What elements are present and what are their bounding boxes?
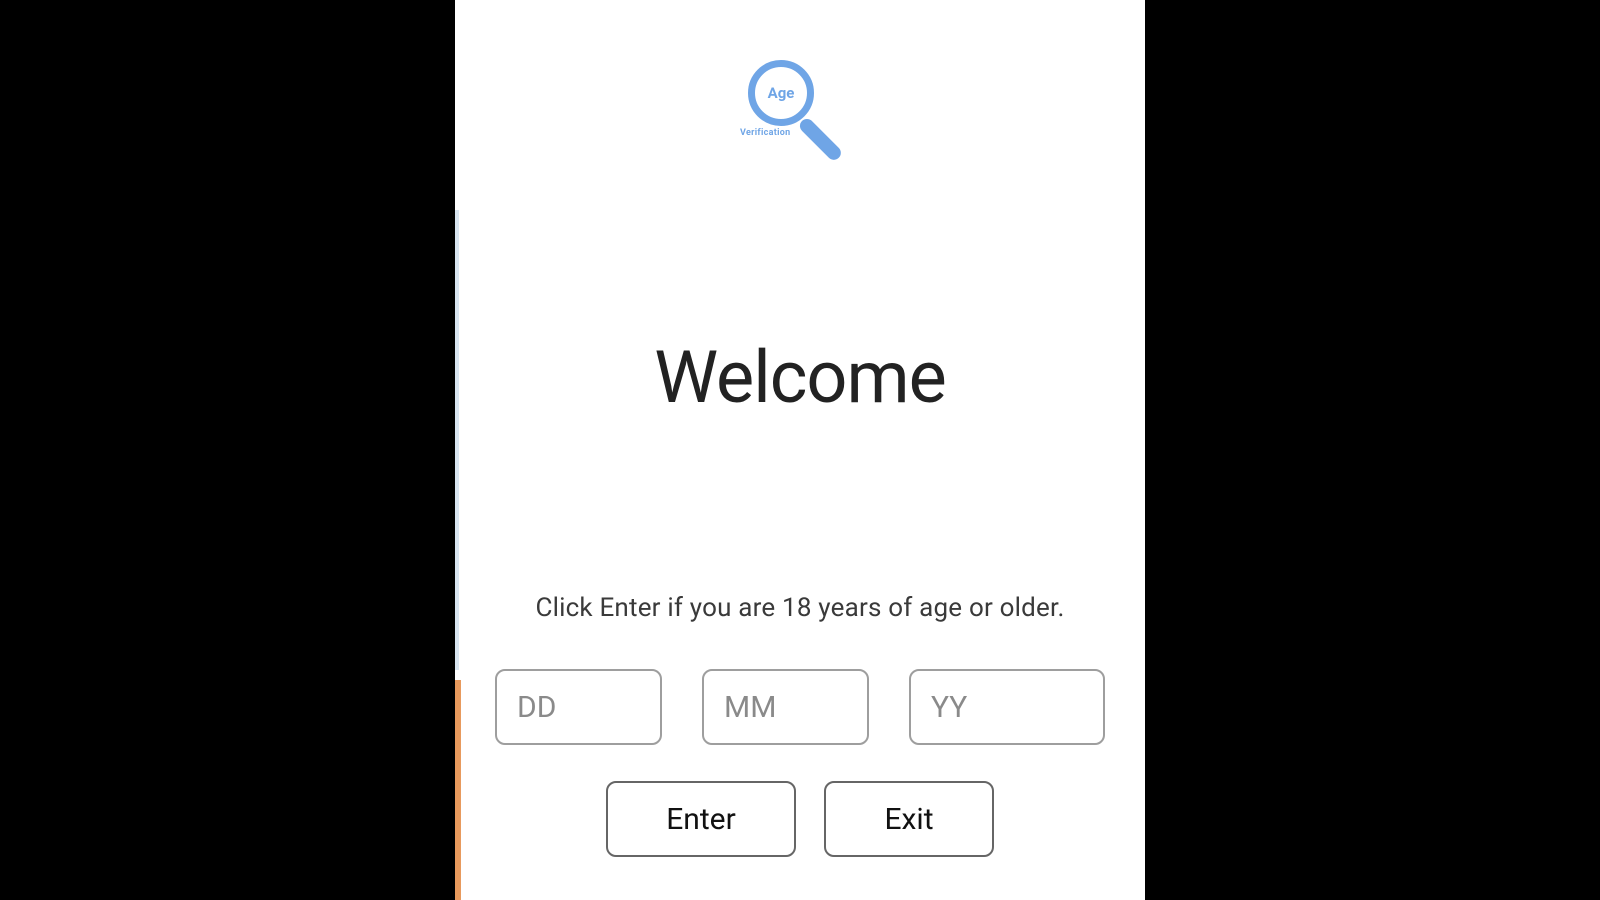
logo-verification-text: Verification <box>740 128 791 138</box>
age-verification-logo: Age Verification <box>740 60 860 180</box>
date-input-row <box>455 669 1145 745</box>
magnifier-handle-icon <box>797 116 844 163</box>
age-verification-panel: Age Verification Welcome Click Enter if … <box>455 0 1145 900</box>
enter-button[interactable]: Enter <box>606 781 796 857</box>
logo-age-text: Age <box>768 84 795 102</box>
year-input[interactable] <box>909 669 1105 745</box>
magnifier-icon: Age <box>748 60 814 126</box>
left-edge-accent-blue <box>455 210 459 670</box>
button-row: Enter Exit <box>606 781 994 857</box>
instruction-text: Click Enter if you are 18 years of age o… <box>535 593 1064 623</box>
month-input[interactable] <box>702 669 869 745</box>
day-input[interactable] <box>495 669 662 745</box>
exit-button[interactable]: Exit <box>824 781 994 857</box>
welcome-heading: Welcome <box>654 335 946 420</box>
magnifier-ring-icon: Age <box>748 60 814 126</box>
left-edge-accent-orange <box>455 680 461 900</box>
